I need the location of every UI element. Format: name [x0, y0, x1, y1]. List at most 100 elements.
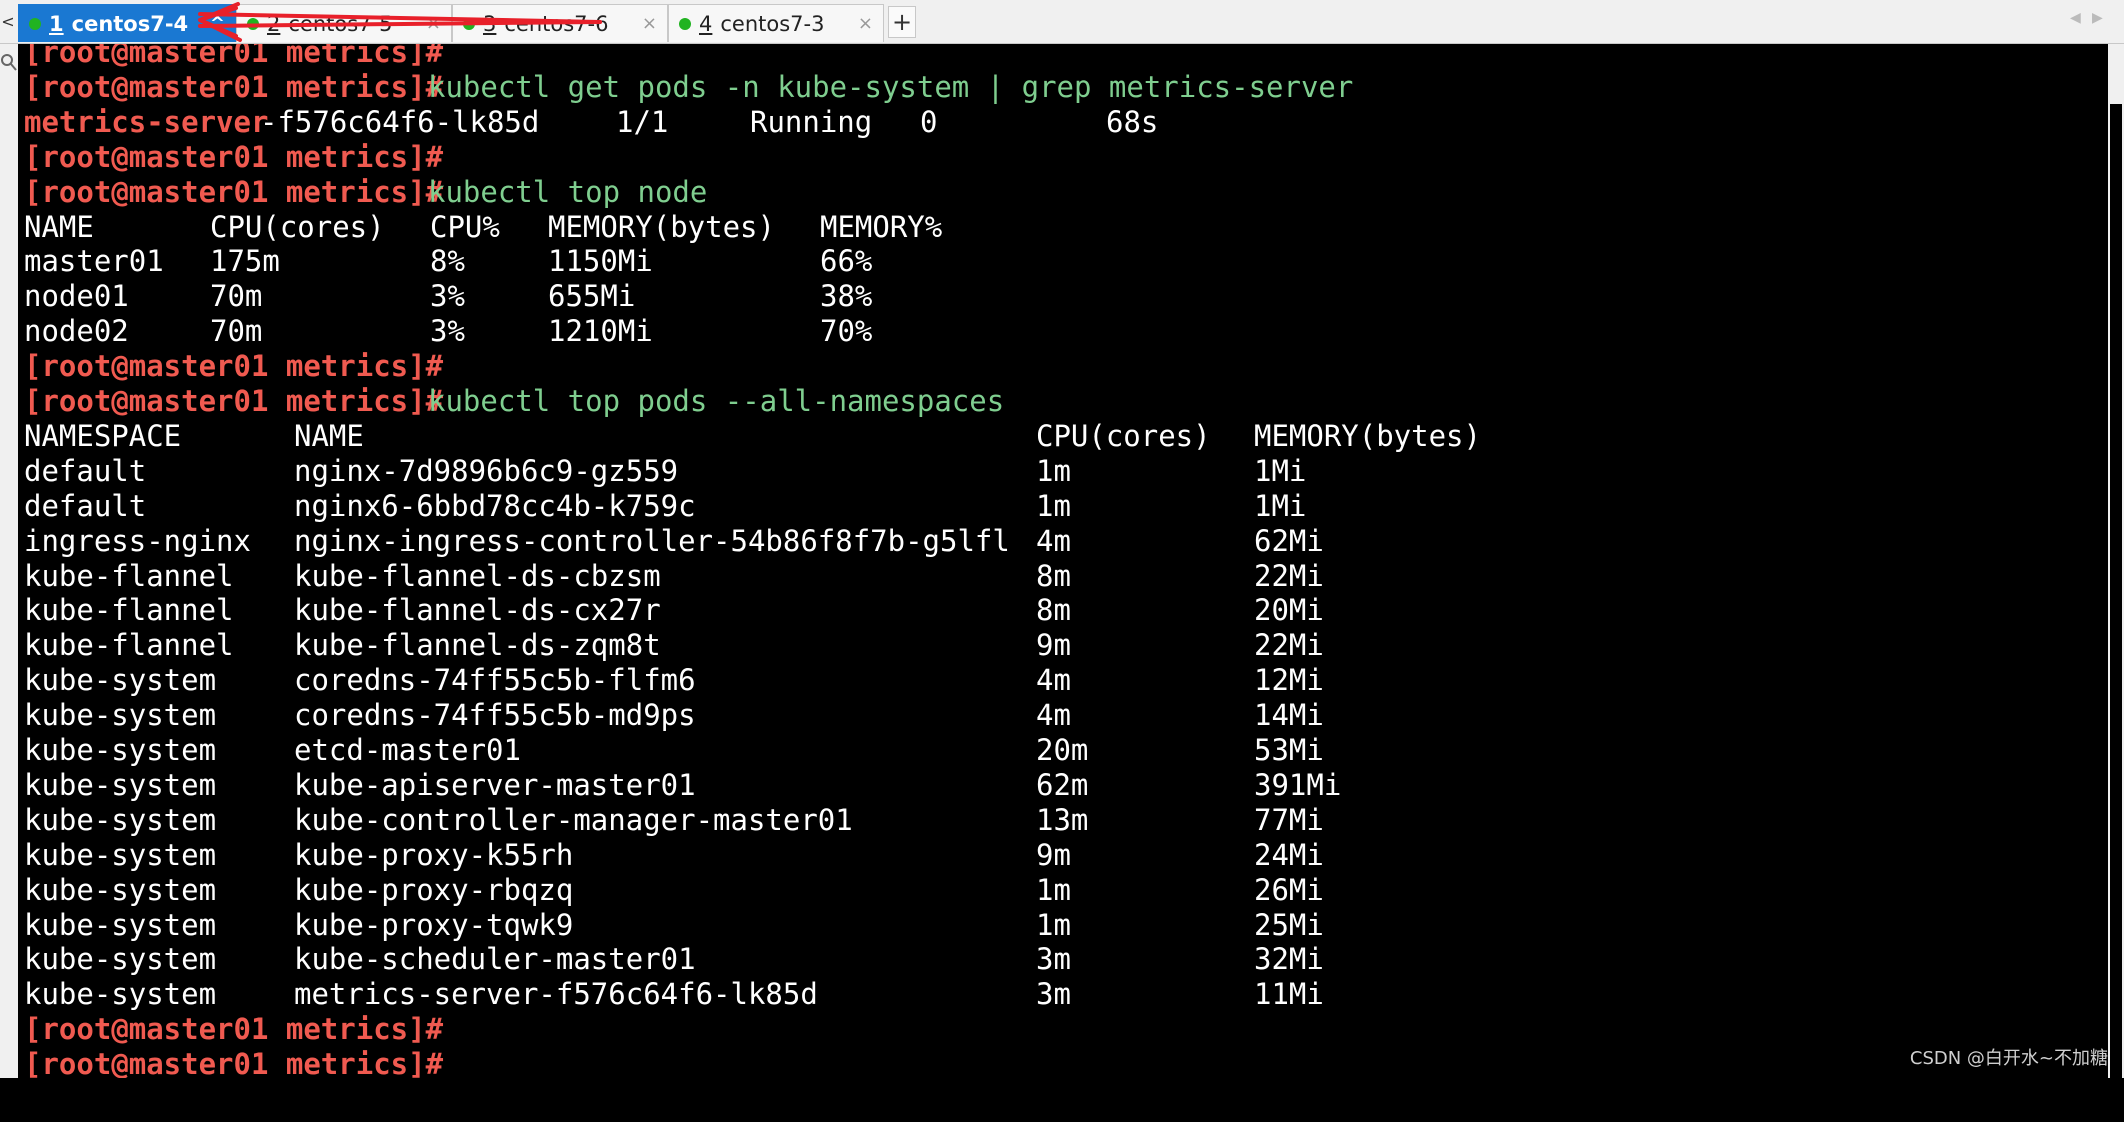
shell-command: kubectl top pods --all-namespaces — [428, 384, 1005, 418]
output-cell: CPU(cores) — [1036, 418, 1211, 453]
output-cell: 4m — [1036, 523, 1071, 558]
output-cell: kube-flannel — [24, 558, 234, 593]
output-cell: NAMESPACE — [24, 418, 182, 453]
tab-centos7-4[interactable]: 1 centos7-4 ^ — [18, 4, 236, 42]
output-cell: CPU(cores) — [210, 209, 385, 244]
output-cell: 24Mi — [1254, 837, 1324, 872]
output-cell: 70m — [210, 279, 263, 314]
tab-label: centos7-6 — [504, 12, 609, 36]
output-cell: 66% — [820, 244, 873, 279]
tab-centos7-3[interactable]: 4 centos7-3 × — [668, 4, 884, 42]
output-cell: 62m — [1036, 767, 1089, 802]
output-cell: node01 — [24, 279, 129, 314]
output-cell: 22Mi — [1254, 628, 1324, 663]
chevron-up-icon[interactable]: ^ — [210, 5, 225, 42]
output-cell: 1Mi — [1254, 453, 1307, 488]
output-cell: MEMORY(bytes) — [548, 209, 775, 244]
output-cell: default — [24, 488, 147, 523]
close-icon[interactable]: × — [858, 5, 873, 42]
output-cell: 3% — [430, 279, 465, 314]
search-icon[interactable] — [0, 52, 18, 74]
tab-scroll-left-button[interactable]: < — [0, 6, 16, 38]
output-cell: 68s — [1106, 104, 1159, 139]
output-cell: kube-proxy-tqwk9 — [294, 907, 574, 942]
output-cell: 20m — [1036, 733, 1089, 767]
shell-prompt: [root@master01 metrics]# — [24, 1012, 444, 1047]
output-cell: nginx6-6bbd78cc4b-k759c — [294, 488, 696, 523]
output-cell: 70% — [820, 314, 873, 349]
output-cell: 4m — [1036, 663, 1071, 698]
tab-label: centos7-4 — [71, 12, 189, 36]
output-cell: 25Mi — [1254, 907, 1324, 942]
tab-number: 4 — [699, 12, 713, 36]
output-cell: kube-proxy-k55rh — [294, 837, 574, 872]
tab-label: centos7-3 — [720, 12, 825, 36]
output-cell: 9m — [1036, 837, 1071, 872]
output-cell: 8m — [1036, 593, 1071, 628]
output-cell: 14Mi — [1254, 698, 1324, 733]
output-cell: kube-system — [24, 907, 217, 942]
status-dot-icon — [679, 18, 691, 30]
output-cell: kube-system — [24, 837, 217, 872]
close-icon[interactable]: × — [642, 5, 657, 42]
output-cell: 20Mi — [1254, 593, 1324, 628]
shell-prompt: [root@master01 metrics]# — [24, 349, 444, 384]
output-cell: CPU% — [430, 209, 500, 244]
output-cell: 32Mi — [1254, 942, 1324, 977]
output-cell: 26Mi — [1254, 872, 1324, 907]
output-cell: 70m — [210, 314, 263, 349]
output-cell: NAME — [24, 209, 94, 244]
close-icon[interactable]: × — [426, 5, 441, 42]
output-cell: 22Mi — [1254, 558, 1324, 593]
output-cell: 8% — [430, 244, 465, 279]
output-cell: kube-flannel-ds-cx27r — [294, 593, 661, 628]
output-cell: 1210Mi — [548, 314, 653, 349]
output-cell: 1m — [1036, 907, 1071, 942]
output-cell: 175m — [210, 244, 280, 279]
output-cell: kube-system — [24, 977, 217, 1012]
tab-bar: < 1 centos7-4 ^ 2 centos7-5 × 3 centos7-6 ×… — [0, 0, 2124, 44]
output-cell: 1m — [1036, 453, 1071, 488]
tab-number: 1 — [49, 12, 64, 36]
scrollbar-thumb[interactable] — [2110, 104, 2122, 1122]
output-cell: -f576c64f6-lk85d — [260, 104, 540, 139]
output-cell: 62Mi — [1254, 523, 1324, 558]
output-cell: 4m — [1036, 698, 1071, 733]
output-cell: kube-proxy-rbqzq — [294, 872, 574, 907]
output-cell: kube-system — [24, 942, 217, 977]
terminal-output[interactable]: [root@master01 metrics]# [root@master01 m… — [18, 44, 2108, 1078]
scroll-right-icon[interactable]: ▶ — [2092, 10, 2103, 26]
tab-centos7-6[interactable]: 3 centos7-6 × — [452, 4, 668, 42]
output-cell: 3% — [430, 314, 465, 349]
shell-prompt: [root@master01 metrics]# — [24, 139, 444, 174]
tab-centos7-5[interactable]: 2 centos7-5 × — [236, 4, 452, 42]
new-tab-button[interactable]: + — [888, 6, 916, 38]
output-cell: 53Mi — [1254, 733, 1324, 767]
output-cell: kube-system — [24, 733, 217, 767]
left-toolbar-strip — [0, 44, 18, 1078]
output-cell: kube-flannel-ds-zqm8t — [294, 628, 661, 663]
output-cell: 1150Mi — [548, 244, 653, 279]
vertical-scrollbar[interactable] — [2108, 44, 2124, 1122]
shell-prompt: [root@master01 metrics]# — [24, 69, 444, 104]
output-cell: 9m — [1036, 628, 1071, 663]
output-cell: nginx-ingress-controller-54b86f8f7b-g5lf… — [294, 523, 1010, 558]
status-dot-icon — [463, 18, 475, 30]
output-cell: master01 — [24, 244, 164, 279]
output-cell: kube-flannel — [24, 628, 234, 663]
output-cell: kube-system — [24, 802, 217, 837]
output-cell: 13m — [1036, 802, 1089, 837]
scroll-left-icon[interactable]: ◀ — [2070, 10, 2081, 26]
status-dot-icon — [29, 18, 41, 30]
output-cell: metrics-server-f576c64f6-lk85d — [294, 977, 818, 1012]
output-cell: MEMORY(bytes) — [1254, 418, 1481, 453]
output-cell: 1m — [1036, 488, 1071, 523]
output-cell: 3m — [1036, 977, 1071, 1012]
tab-number: 3 — [483, 12, 497, 36]
output-cell: kube-system — [24, 663, 217, 698]
output-cell: MEMORY% — [820, 209, 943, 244]
shell-prompt: [root@master01 metrics]# — [24, 174, 444, 209]
shell-command: kubectl top node — [428, 174, 708, 209]
output-cell: kube-system — [24, 872, 217, 907]
output-cell: 1m — [1036, 872, 1071, 907]
